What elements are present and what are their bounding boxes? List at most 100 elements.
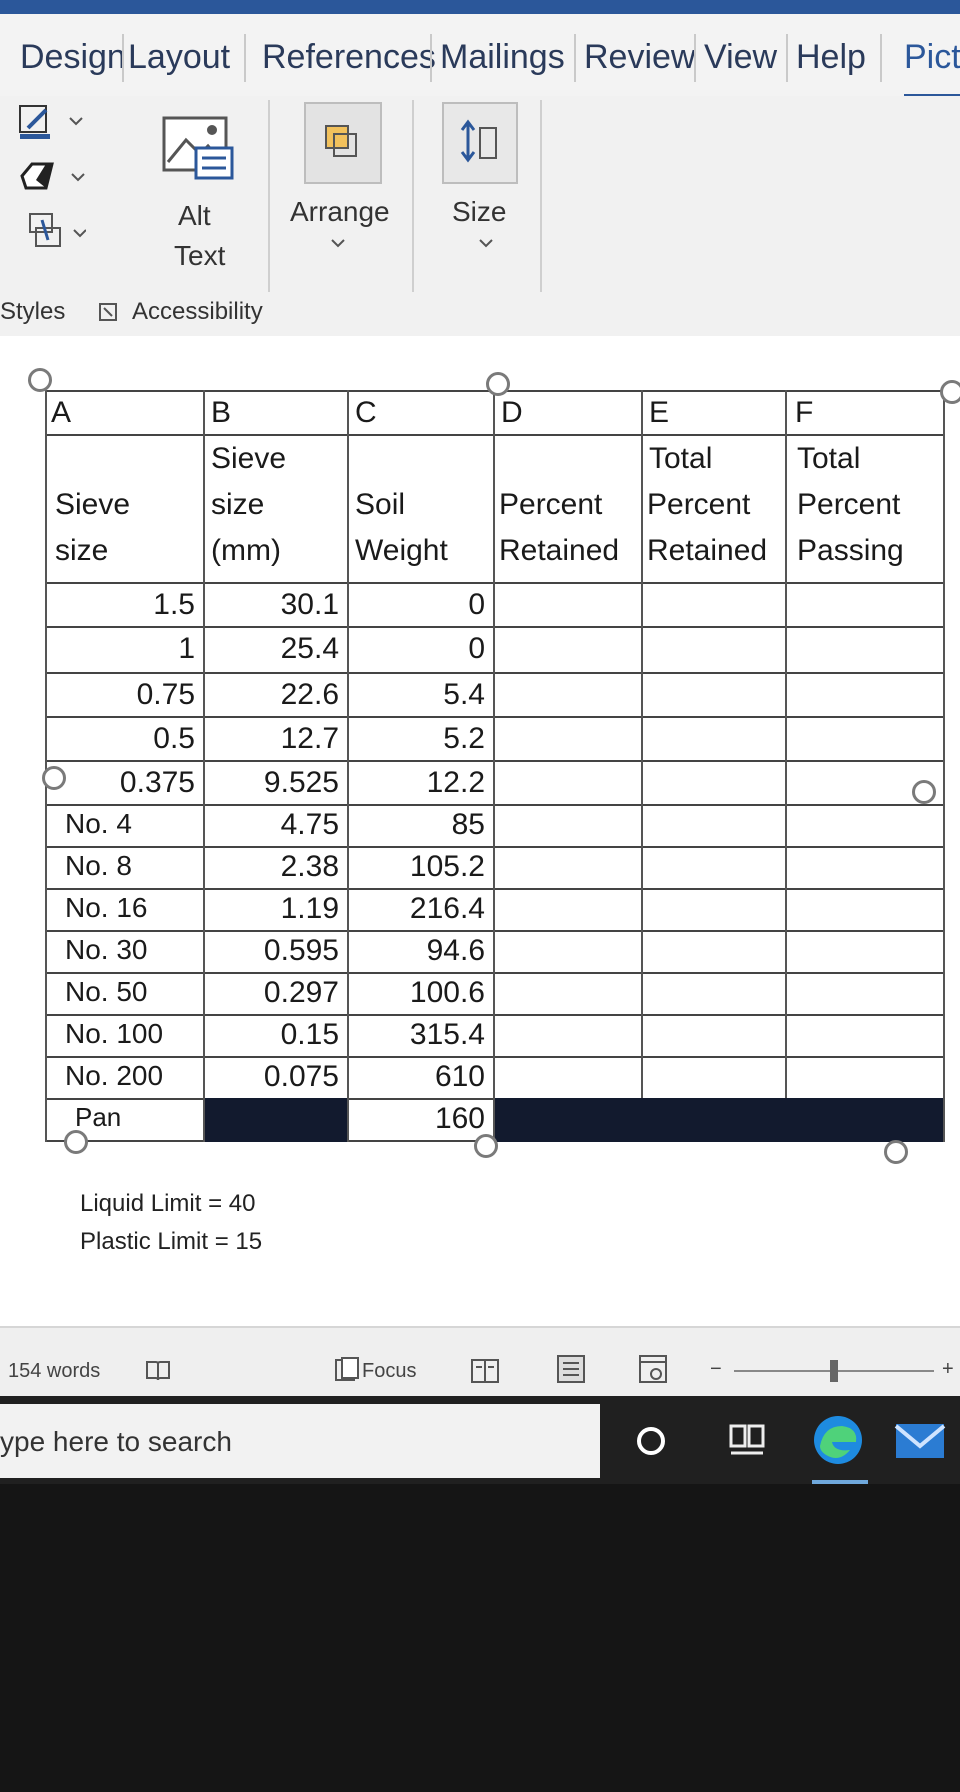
resize-handle[interactable]	[940, 380, 960, 404]
liquid-limit-note: Liquid Limit = 40	[80, 1190, 256, 1217]
table-rule	[45, 716, 945, 718]
tab-layout[interactable]: Layout	[128, 38, 230, 77]
size-label: Size	[452, 196, 507, 227]
row-12-sieve-size: No. 200	[65, 1060, 164, 1091]
picture-effects-button[interactable]	[16, 156, 86, 200]
word-count[interactable]: 154 words	[8, 1360, 100, 1383]
header-e-line1: Total	[649, 442, 713, 475]
alt-text-label-line2: Text	[174, 240, 226, 271]
header-b-line1: Sieve	[211, 442, 287, 475]
focus-icon[interactable]	[332, 1356, 360, 1384]
edge-browser-icon[interactable]	[810, 1412, 866, 1468]
row-9-sieve-size: No. 30	[65, 934, 148, 965]
header-f-line2: Percent	[797, 488, 901, 521]
arrange-icon	[325, 125, 357, 157]
tab-mailings[interactable]: Mailings	[440, 38, 565, 77]
header-d-line1: Percent	[499, 488, 603, 521]
size-button[interactable]	[442, 102, 518, 184]
arrange-button[interactable]	[304, 102, 382, 184]
column-letter-b: B	[211, 396, 232, 429]
styles-group-label: Styles	[0, 298, 66, 325]
tab-view[interactable]: View	[704, 38, 777, 77]
picture-layout-icon	[29, 213, 87, 247]
focus-button[interactable]: Focus	[362, 1360, 416, 1383]
row-7-soil-weight: 105.2	[409, 850, 485, 883]
read-mode-icon[interactable]	[470, 1358, 500, 1384]
chevron-down-icon	[331, 239, 345, 248]
zoom-in-icon[interactable]: +	[942, 1358, 954, 1381]
row-1-soil-weight: 0	[468, 588, 485, 621]
row-13-soil-weight: 160	[349, 1102, 485, 1136]
proofing-icon[interactable]	[144, 1358, 172, 1384]
resize-handle[interactable]	[64, 1130, 88, 1154]
row-10-size-mm: 0.297	[263, 976, 339, 1009]
row-9-size-mm: 0.595	[263, 934, 339, 967]
resize-handle[interactable]	[474, 1134, 498, 1158]
row-11-sieve-size: No. 100	[65, 1018, 164, 1049]
tab-design[interactable]: Design	[20, 38, 126, 77]
row-7-sieve-size: No. 8	[65, 850, 132, 881]
table-rule	[45, 930, 945, 932]
tab-help[interactable]: Help	[796, 38, 866, 77]
laptop-bezel	[0, 1484, 960, 1792]
header-f-line3: Passing	[797, 534, 904, 567]
header-e-line3: Retained	[647, 534, 768, 567]
row-6-soil-weight: 85	[451, 808, 485, 841]
resize-handle[interactable]	[42, 766, 66, 790]
screen: Design Layout References Mailings Review…	[0, 0, 960, 1792]
dialog-launcher-icon[interactable]	[98, 302, 118, 322]
cortana-icon[interactable]	[634, 1424, 668, 1458]
zoom-out-icon[interactable]: −	[710, 1358, 722, 1381]
alt-text-icon	[162, 116, 234, 180]
arrange-label: Arrange	[290, 196, 390, 227]
table-rule	[45, 672, 945, 674]
alt-text-label-line1: Alt	[178, 200, 211, 231]
row-12-size-mm: 0.075	[263, 1060, 339, 1093]
ribbon-toolbar: Alt Text Arrange Size Styles Accessibili…	[0, 96, 960, 338]
size-icon	[460, 119, 497, 163]
resize-handle[interactable]	[28, 368, 52, 392]
header-c-line1: Soil	[355, 488, 406, 521]
table-rule	[45, 888, 945, 890]
header-d-line2: Retained	[499, 534, 620, 567]
tab-separator	[694, 34, 696, 82]
shape-effects-icon	[20, 162, 85, 190]
title-bar	[0, 0, 960, 14]
header-b-line3: (mm)	[211, 534, 281, 567]
zoom-slider-thumb[interactable]	[830, 1360, 838, 1382]
table-rule	[45, 760, 945, 762]
tab-review[interactable]: Review	[584, 38, 695, 77]
tab-separator	[244, 34, 246, 82]
tab-separator	[574, 34, 576, 82]
table-rule	[45, 804, 945, 806]
web-layout-icon[interactable]	[638, 1354, 668, 1384]
print-layout-icon[interactable]	[556, 1354, 586, 1384]
tab-references[interactable]: References	[262, 38, 436, 77]
column-letter-d: D	[501, 396, 523, 429]
tab-picture-format[interactable]: Pict	[904, 38, 960, 77]
row-7-size-mm: 2.38	[280, 850, 339, 883]
tab-separator	[880, 34, 882, 82]
row-5-size-mm: 9.525	[263, 766, 339, 799]
taskbar-search-box[interactable]: ype here to search	[0, 1404, 600, 1478]
table-rule	[45, 1056, 945, 1058]
group-separator	[268, 100, 270, 292]
sieve-table[interactable]: A B C D E F Sieve size Sieve size (mm) S…	[45, 390, 945, 1148]
task-view-icon[interactable]	[728, 1422, 766, 1458]
accessibility-group-label: Accessibility	[132, 298, 263, 325]
pan-b-filled-cell	[205, 1098, 347, 1142]
mail-icon[interactable]	[892, 1418, 948, 1464]
column-letter-c: C	[355, 396, 377, 429]
picture-layout-button[interactable]	[12, 210, 87, 258]
picture-border-button[interactable]	[16, 102, 86, 146]
row-2-sieve-size: 1	[178, 632, 195, 665]
resize-handle[interactable]	[912, 780, 936, 804]
resize-handle[interactable]	[486, 372, 510, 396]
row-4-sieve-size: 0.5	[153, 722, 195, 755]
alt-text-button[interactable]	[160, 114, 236, 184]
tab-separator	[430, 34, 432, 82]
row-5-soil-weight: 12.2	[426, 766, 485, 799]
taskbar-search-input[interactable]: ype here to search	[0, 1426, 232, 1458]
row-6-sieve-size: No. 4	[65, 808, 132, 839]
resize-handle[interactable]	[884, 1140, 908, 1164]
